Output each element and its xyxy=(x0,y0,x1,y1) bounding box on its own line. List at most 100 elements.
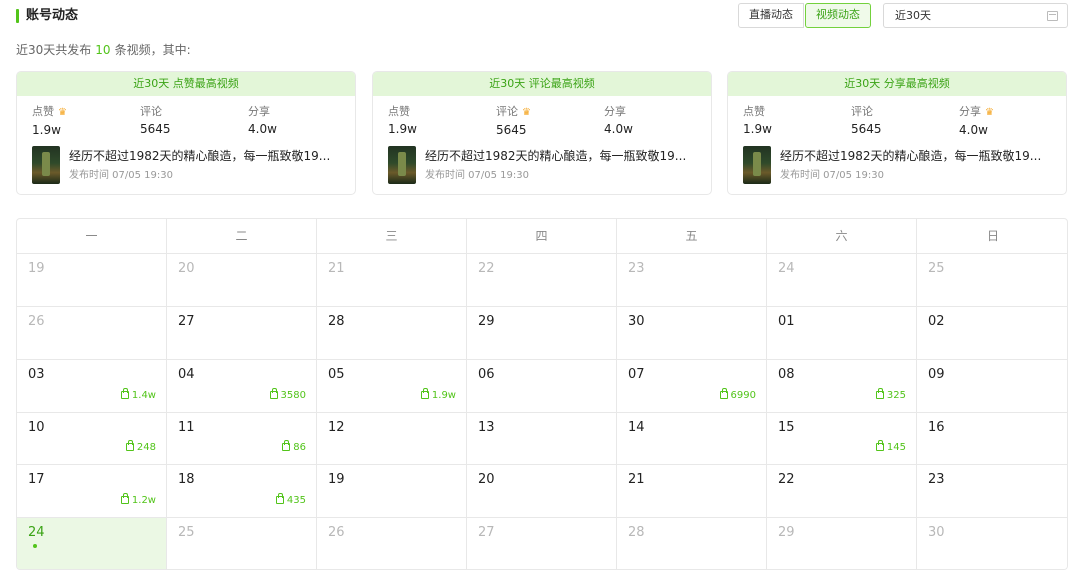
metric-label: 点赞 ♛ xyxy=(32,105,132,120)
calendar-day[interactable]: 29 xyxy=(767,518,917,569)
calendar-day[interactable]: 25 xyxy=(917,254,1067,307)
calendar-day[interactable]: 15 145 xyxy=(767,413,917,465)
calendar-day-today[interactable]: 24 xyxy=(17,518,167,569)
video-thumbnail[interactable] xyxy=(388,146,416,184)
day-likes: 1.2w xyxy=(120,493,156,507)
calendar-day[interactable]: 23 xyxy=(917,465,1067,518)
calendar-day[interactable]: 11 86 xyxy=(167,413,317,465)
day-number: 13 xyxy=(478,420,495,435)
day-number: 19 xyxy=(28,261,45,276)
day-likes-value: 1.2w xyxy=(131,495,156,506)
day-likes: 145 xyxy=(875,440,906,454)
calendar-day[interactable]: 06 xyxy=(467,360,617,413)
calendar-day[interactable]: 20 xyxy=(167,254,317,307)
day-number: 04 xyxy=(178,367,195,382)
video-title[interactable]: 经历不超过1982天的精心酿造，每一瓶致敬19... xyxy=(69,148,349,164)
weekday-label: 三 xyxy=(317,219,467,254)
calendar-day[interactable]: 29 xyxy=(467,307,617,360)
thumbs-up-icon xyxy=(875,388,884,399)
day-number: 24 xyxy=(778,261,795,276)
thumbs-up-icon xyxy=(120,493,129,504)
calendar-day[interactable]: 28 xyxy=(317,307,467,360)
top-video-card[interactable]: 近30天 点赞最高视频 点赞 ♛ 1.9w 评论 5645 分享 4.0w 经历不超过1982天… xyxy=(16,71,356,195)
day-number: 25 xyxy=(178,525,195,540)
calendar-day[interactable]: 22 xyxy=(767,465,917,518)
calendar-day[interactable]: 24 xyxy=(767,254,917,307)
crown-icon: ♛ xyxy=(522,107,531,118)
calendar-day[interactable]: 25 xyxy=(167,518,317,569)
calendar-day[interactable]: 19 xyxy=(17,254,167,307)
publish-summary: 近30天共发布 10 条视频，其中: xyxy=(16,41,191,59)
top-video-card[interactable]: 近30天 评论最高视频 点赞 1.9w 评论 ♛ 5645 分享 4.0w 经历不超过1982天… xyxy=(372,71,712,195)
calendar-day[interactable]: 16 xyxy=(917,413,1067,465)
calendar-day[interactable]: 05 1.9w xyxy=(317,360,467,413)
calendar-day[interactable]: 19 xyxy=(317,465,467,518)
day-number: 23 xyxy=(928,472,945,487)
calendar-day[interactable]: 18 435 xyxy=(167,465,317,518)
day-likes-value: 1.9w xyxy=(431,390,456,401)
calendar-icon xyxy=(1047,11,1058,21)
day-number: 21 xyxy=(628,472,645,487)
day-likes: 6990 xyxy=(719,388,756,402)
tab-video-activity[interactable]: 视频动态 xyxy=(805,3,871,28)
calendar-day[interactable]: 22 xyxy=(467,254,617,307)
metric-label-text: 点赞 xyxy=(388,105,410,118)
post-calendar: 一二三四五六 日 19 20 21 22 23 24 25 26 27 28 29 30 01 02 03 1.… xyxy=(16,218,1068,570)
calendar-day[interactable]: 27 xyxy=(167,307,317,360)
page-title: 账号动态 xyxy=(26,8,79,23)
day-number: 22 xyxy=(778,472,795,487)
today-indicator-dot xyxy=(33,544,37,548)
date-range-value: 近30天 xyxy=(895,9,931,22)
calendar-day[interactable]: 20 xyxy=(467,465,617,518)
calendar-day[interactable]: 03 1.4w xyxy=(17,360,167,413)
title-accent-bar xyxy=(16,9,19,23)
day-number: 28 xyxy=(328,314,345,329)
calendar-day[interactable]: 01 xyxy=(767,307,917,360)
summary-suffix: 条视频，其中: xyxy=(114,43,191,57)
day-number: 24 xyxy=(28,525,45,540)
day-likes-value: 6990 xyxy=(730,390,756,401)
metric-label: 分享 ♛ xyxy=(959,105,1059,120)
calendar-day[interactable]: 27 xyxy=(467,518,617,569)
calendar-day[interactable]: 30 xyxy=(617,307,767,360)
day-number: 30 xyxy=(928,525,945,540)
calendar-day[interactable]: 30 xyxy=(917,518,1067,569)
day-number: 11 xyxy=(178,420,195,435)
day-likes: 86 xyxy=(282,440,306,454)
calendar-day[interactable]: 17 1.2w xyxy=(17,465,167,518)
calendar-day[interactable]: 10 248 xyxy=(17,413,167,465)
day-number: 23 xyxy=(628,261,645,276)
thumbs-up-icon xyxy=(420,388,429,399)
video-title[interactable]: 经历不超过1982天的精心酿造，每一瓶致敬19... xyxy=(780,148,1060,164)
video-thumbnail[interactable] xyxy=(743,146,771,184)
crown-icon: ♛ xyxy=(985,107,994,118)
day-number: 27 xyxy=(478,525,495,540)
calendar-day[interactable]: 23 xyxy=(617,254,767,307)
calendar-day[interactable]: 21 xyxy=(617,465,767,518)
calendar-day[interactable]: 14 xyxy=(617,413,767,465)
day-number: 30 xyxy=(628,314,645,329)
top-video-card[interactable]: 近30天 分享最高视频 点赞 1.9w 评论 5645 分享 ♛ 4.0w 经历不超过1982天… xyxy=(727,71,1067,195)
metric-value: 1.9w xyxy=(388,122,417,136)
calendar-day[interactable]: 07 6990 xyxy=(617,360,767,413)
calendar-day[interactable]: 08 325 xyxy=(767,360,917,413)
calendar-day[interactable]: 28 xyxy=(617,518,767,569)
calendar-day[interactable]: 13 xyxy=(467,413,617,465)
calendar-day[interactable]: 26 xyxy=(317,518,467,569)
calendar-day[interactable]: 12 xyxy=(317,413,467,465)
tab-live-activity[interactable]: 直播动态 xyxy=(738,3,804,28)
calendar-day[interactable]: 09 xyxy=(917,360,1067,413)
calendar-day[interactable]: 02 xyxy=(917,307,1067,360)
weekday-label: 六 xyxy=(767,219,917,254)
day-likes-value: 145 xyxy=(886,442,906,453)
calendar-day[interactable]: 04 3580 xyxy=(167,360,317,413)
metric-label-text: 评论 xyxy=(851,105,873,118)
crown-icon: ♛ xyxy=(58,107,67,118)
day-number: 14 xyxy=(628,420,645,435)
video-thumbnail[interactable] xyxy=(32,146,60,184)
calendar-day[interactable]: 21 xyxy=(317,254,467,307)
video-title[interactable]: 经历不超过1982天的精心酿造，每一瓶致敬19... xyxy=(425,148,705,164)
date-range-picker[interactable]: 近30天 xyxy=(883,3,1068,28)
calendar-day[interactable]: 26 xyxy=(17,307,167,360)
card-heading: 近30天 评论最高视频 xyxy=(373,72,711,96)
